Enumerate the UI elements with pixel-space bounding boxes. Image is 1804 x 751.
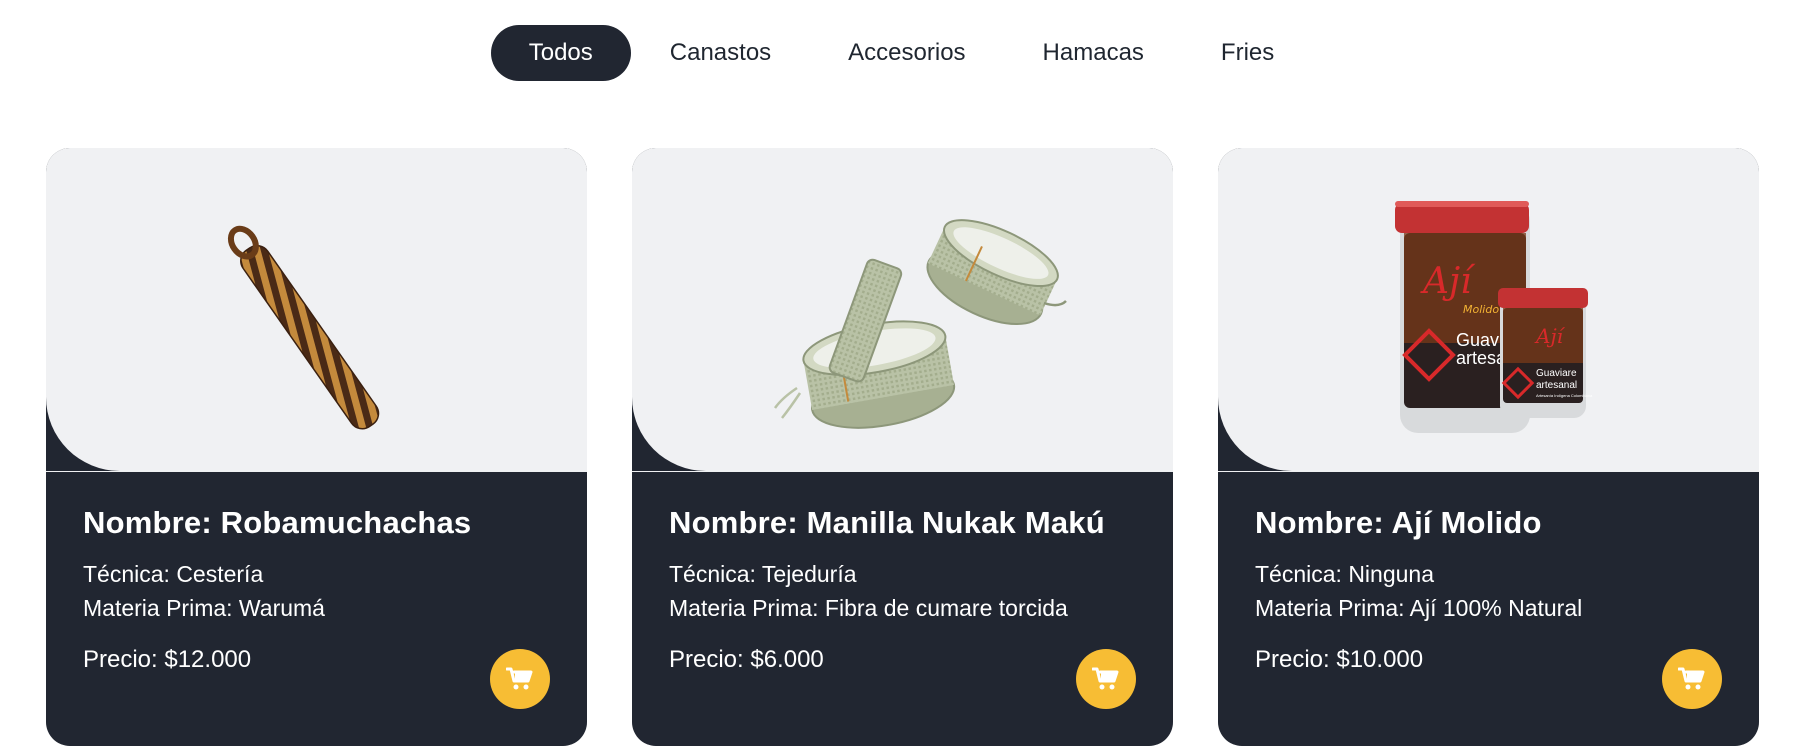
small-jar-line-2: artesanal xyxy=(1536,380,1577,391)
product-name: Nombre: Manilla Nukak Makú xyxy=(669,505,1105,540)
bracelets-image xyxy=(773,219,1067,429)
filter-canastos[interactable]: Canastos xyxy=(632,25,809,81)
product-grid: Nombre: Robamuchachas Técnica: Cestería … xyxy=(46,148,1759,746)
filter-hamacas[interactable]: Hamacas xyxy=(1005,25,1182,81)
product-price: Precio: $12.000 xyxy=(83,646,252,673)
small-jar-brand: Ají xyxy=(1534,324,1566,348)
category-filter-bar: Todos Canastos Accesorios Hamacas Fries xyxy=(0,25,1804,81)
filter-accesorios[interactable]: Accesorios xyxy=(810,25,1003,81)
add-to-cart-button[interactable] xyxy=(1076,649,1136,709)
product-image-panel: Ají Molido Guaviare artesanal Ají Guavia… xyxy=(1218,148,1759,472)
shopping-cart-icon xyxy=(506,667,533,690)
product-name: Nombre: Ají Molido xyxy=(1255,505,1542,540)
jar-subbrand: Molido xyxy=(1463,303,1499,316)
product-card-manilla-nukak-maku: Nombre: Manilla Nukak Makú Técnica: Teje… xyxy=(632,148,1173,746)
product-info: Nombre: Manilla Nukak Makú Técnica: Teje… xyxy=(669,505,1136,625)
small-jar-line-1: Guaviare xyxy=(1536,368,1577,379)
product-technique: Técnica: Cestería xyxy=(83,561,264,587)
woven-cylinder-image xyxy=(227,225,380,430)
jar-brand: Ají xyxy=(1420,261,1476,302)
product-card-robamuchachas: Nombre: Robamuchachas Técnica: Cestería … xyxy=(46,148,587,746)
add-to-cart-button[interactable] xyxy=(1662,649,1722,709)
product-image-panel xyxy=(632,148,1173,472)
small-jar-line-3: Artesanía Indígena Colombiana xyxy=(1536,393,1593,398)
product-info: Nombre: Robamuchachas Técnica: Cestería … xyxy=(83,505,550,625)
shopping-cart-icon xyxy=(1678,667,1705,690)
product-material: Materia Prima: Ají 100% Natural xyxy=(1255,595,1583,621)
jars-image: Ají Molido Guaviare artesanal Ají Guavia… xyxy=(1395,201,1593,433)
product-technique: Técnica: Ninguna xyxy=(1255,561,1434,587)
product-image-panel xyxy=(46,148,587,472)
filter-fries[interactable]: Fries xyxy=(1183,25,1312,81)
product-material: Materia Prima: Fibra de cumare torcida xyxy=(669,595,1068,621)
product-technique: Técnica: Tejeduría xyxy=(669,561,857,587)
product-price: Precio: $6.000 xyxy=(669,646,824,673)
product-material: Materia Prima: Warumá xyxy=(83,595,325,621)
product-price: Precio: $10.000 xyxy=(1255,646,1424,673)
product-info: Nombre: Ají Molido Técnica: Ninguna Mate… xyxy=(1255,505,1722,625)
filter-todos[interactable]: Todos xyxy=(490,25,631,81)
add-to-cart-button[interactable] xyxy=(490,649,550,709)
product-card-aji-molido: Ají Molido Guaviare artesanal Ají Guavia… xyxy=(1218,148,1759,746)
product-name: Nombre: Robamuchachas xyxy=(83,505,472,540)
shopping-cart-icon xyxy=(1092,667,1119,690)
